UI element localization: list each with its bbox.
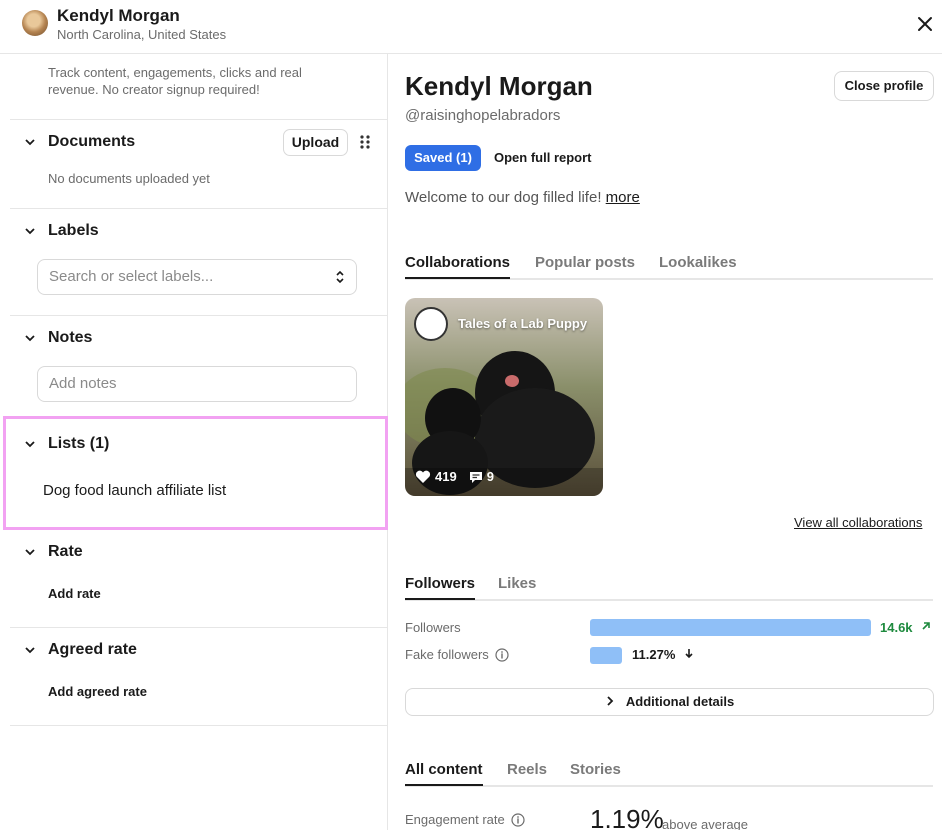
chevron-down-icon[interactable] (24, 332, 36, 344)
upload-button[interactable]: Upload (283, 129, 348, 156)
rate-title[interactable]: Rate (48, 543, 83, 561)
content-tabs: All content Reels Stories (405, 761, 933, 787)
tab-reels[interactable]: Reels (507, 761, 547, 784)
engagement-rate-label-text: Engagement rate (405, 812, 505, 827)
tab-likes[interactable]: Likes (498, 575, 536, 598)
add-rate-link[interactable]: Add rate (48, 586, 101, 601)
notes-placeholder: Add notes (49, 375, 117, 392)
divider (10, 627, 387, 628)
collaboration-post[interactable]: Tales of a Lab Puppy 419 9 (405, 298, 603, 496)
profile-header: Kendyl Morgan North Carolina, United Sta… (0, 0, 942, 54)
chevron-down-icon[interactable] (24, 546, 36, 558)
notes-title[interactable]: Notes (48, 329, 92, 347)
divider (10, 119, 387, 120)
post-comments: 9 (486, 469, 494, 484)
list-item[interactable]: Dog food launch affiliate list (43, 482, 226, 499)
info-icon[interactable] (495, 647, 509, 662)
tab-collaborations[interactable]: Collaborations (405, 254, 511, 279)
tab-popular-posts[interactable]: Popular posts (535, 254, 635, 277)
right-panel: Kendyl Morgan @raisinghopelabradors Clos… (388, 54, 942, 830)
labels-title[interactable]: Labels (48, 222, 99, 240)
chevron-down-icon[interactable] (24, 136, 36, 148)
close-profile-button[interactable]: Close profile (834, 71, 934, 101)
drag-handle-icon[interactable] (359, 134, 371, 150)
tab-followers[interactable]: Followers (405, 575, 476, 600)
labels-placeholder: Search or select labels... (49, 268, 214, 285)
tab-stories[interactable]: Stories (570, 761, 621, 784)
post-title: Tales of a Lab Puppy (458, 316, 588, 331)
divider (10, 315, 387, 316)
chevron-updown-icon (336, 270, 344, 284)
profile-handle: @raisinghopelabradors (405, 107, 561, 124)
no-documents-text: No documents uploaded yet (48, 171, 210, 186)
engagement-rate-value: 1.19% (590, 804, 664, 830)
avatar (22, 10, 48, 36)
engagement-rate-label: Engagement rate (405, 812, 525, 827)
post-avatar (414, 307, 448, 341)
tab-all-content[interactable]: All content (405, 761, 483, 786)
track-text: Track content, engagements, clicks and r… (48, 65, 302, 97)
documents-title[interactable]: Documents (48, 133, 135, 151)
info-icon[interactable] (511, 812, 525, 827)
labels-select[interactable]: Search or select labels... (37, 259, 357, 295)
followers-value: 14.6k (880, 620, 932, 635)
lists-title[interactable]: Lists (1) (48, 435, 109, 453)
chevron-right-icon (607, 696, 614, 706)
saved-button[interactable]: Saved (1) (405, 145, 481, 171)
chevron-down-icon[interactable] (24, 644, 36, 656)
fake-followers-label: Fake followers (405, 647, 509, 662)
fake-followers-value: 11.27% (632, 647, 695, 662)
close-icon[interactable] (914, 13, 936, 35)
bio-text: Welcome to our dog filled life! (405, 189, 602, 206)
chevron-down-icon[interactable] (24, 225, 36, 237)
arrow-up-right-icon (922, 622, 930, 630)
fake-followers-bar (590, 647, 622, 664)
add-agreed-rate-link[interactable]: Add agreed rate (48, 684, 147, 699)
tab-lookalikes[interactable]: Lookalikes (659, 254, 737, 277)
additional-details-button[interactable]: Additional details (405, 688, 934, 716)
agreed-rate-title[interactable]: Agreed rate (48, 641, 137, 659)
followers-label: Followers (405, 620, 461, 635)
open-full-report-link[interactable]: Open full report (494, 150, 592, 165)
divider (10, 208, 387, 209)
audience-tabs: Followers Likes (405, 575, 933, 601)
divider (10, 725, 387, 726)
fake-followers-value-text: 11.27% (632, 647, 676, 662)
header-name: Kendyl Morgan (57, 6, 180, 25)
heart-icon (415, 470, 431, 483)
bio: Welcome to our dog filled life! more (405, 189, 640, 206)
post-likes: 419 (435, 469, 457, 484)
arrow-down-icon (685, 649, 693, 659)
view-all-collaborations-link[interactable]: View all collaborations (794, 515, 922, 530)
followers-bar (590, 619, 871, 636)
profile-name: Kendyl Morgan (405, 71, 593, 101)
bio-more-link[interactable]: more (606, 189, 640, 206)
notes-input[interactable]: Add notes (37, 366, 357, 402)
chevron-down-icon[interactable] (24, 438, 36, 450)
header-location: North Carolina, United States (57, 27, 227, 42)
comment-icon (469, 471, 482, 483)
followers-label-text: Followers (405, 620, 461, 635)
lists-highlight (3, 416, 388, 530)
additional-details-label: Additional details (625, 694, 735, 709)
fake-followers-label-text: Fake followers (405, 647, 489, 662)
left-panel: Track content, engagements, clicks and r… (3, 54, 388, 830)
engagement-rate-sub: above average (662, 817, 749, 830)
followers-value-text: 14.6k (880, 620, 913, 635)
collab-tabs: Collaborations Popular posts Lookalikes (405, 254, 933, 280)
post-stats: 419 9 (415, 469, 494, 484)
